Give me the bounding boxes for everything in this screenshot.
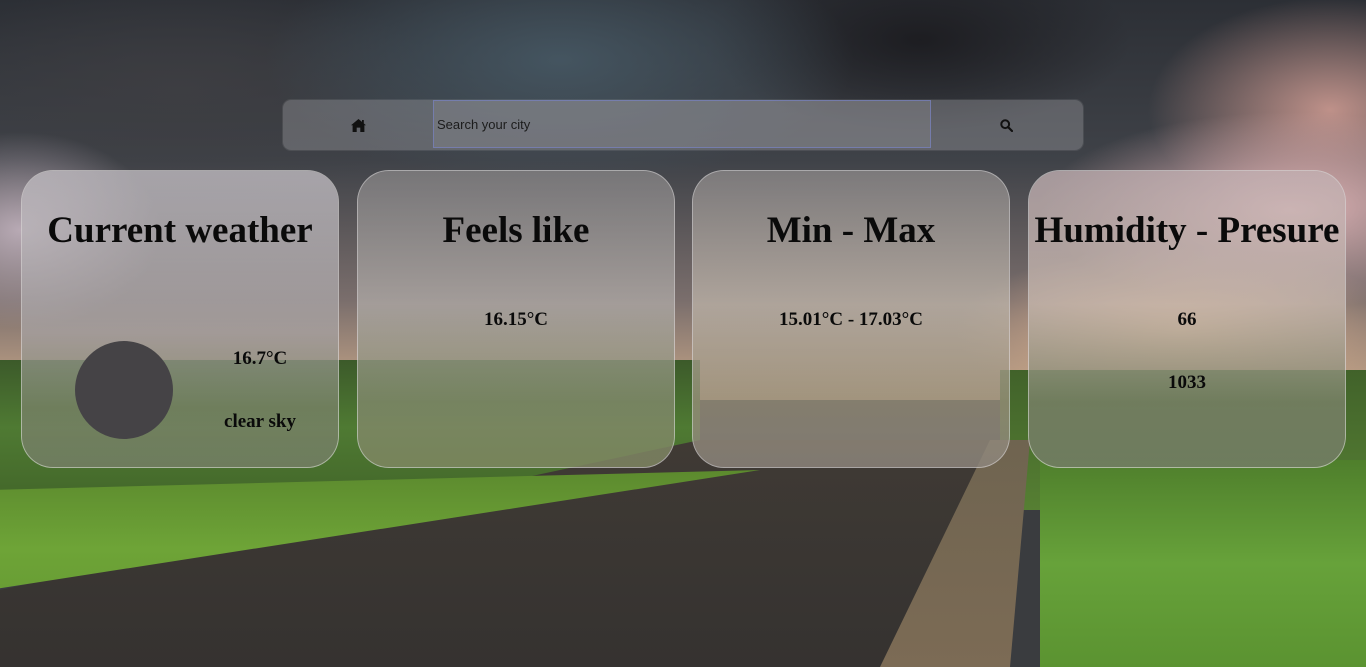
min-max-card: Min - Max 15.01°C - 17.03°C	[692, 170, 1010, 468]
search-bar	[283, 100, 1083, 150]
current-temperature: 16.7°C	[232, 348, 288, 369]
card-title-min-max: Min - Max	[766, 210, 936, 251]
home-button[interactable]	[283, 100, 433, 150]
grass-right	[1040, 460, 1366, 667]
humidity-value: 66	[1177, 309, 1197, 330]
feels-like-card: Feels like 16.15°C	[357, 170, 675, 468]
weather-description: clear sky	[224, 411, 296, 432]
humidity-pressure-card: Humidity - Presure 66 1033	[1028, 170, 1346, 468]
feels-like-temperature: 16.15°C	[483, 309, 549, 330]
current-weather-card: Current weather 16.7°C clear sky	[21, 170, 339, 468]
pressure-value: 1033	[1168, 372, 1206, 393]
weather-condition-icon	[75, 341, 173, 439]
min-max-temperature: 15.01°C - 17.03°C	[779, 309, 923, 330]
city-search-input[interactable]	[433, 100, 931, 148]
card-title-feels-like: Feels like	[442, 210, 590, 251]
card-title-humidity-pressure: Humidity - Presure	[1034, 210, 1340, 251]
search-button[interactable]	[931, 100, 1081, 150]
magnifier-icon	[999, 118, 1013, 132]
home-icon	[350, 118, 366, 132]
card-title-current-weather: Current weather	[47, 210, 313, 251]
